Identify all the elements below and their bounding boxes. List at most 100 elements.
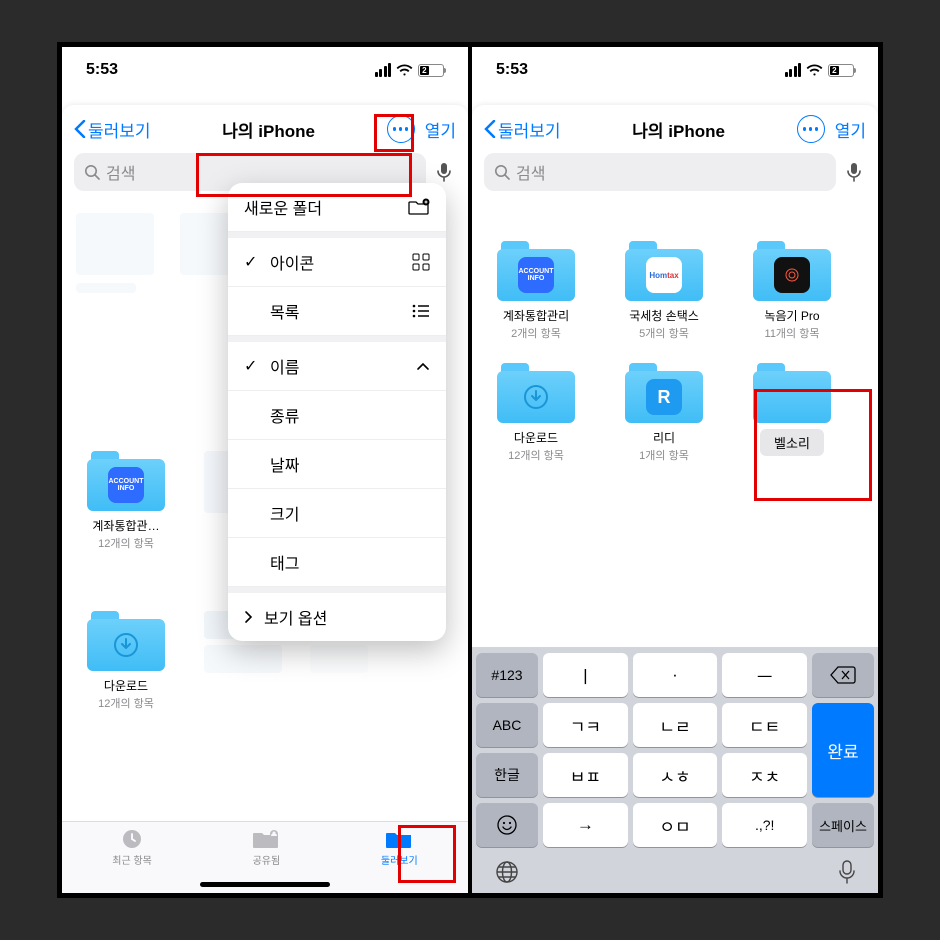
folder-item[interactable]: 녹음기 Pro 11개의 항목: [742, 241, 842, 341]
phone-right: 5:53 2 둘러보기 나의 iPhone 열기: [470, 45, 880, 895]
status-bar: 5:53 2: [472, 47, 878, 93]
context-menu: 새로운 폴더 ✓아이콘 ✓목록 ✓이름: [228, 183, 446, 641]
download-icon: [111, 630, 141, 660]
back-label: 둘러보기: [498, 117, 561, 142]
folder-item[interactable]: 다운로드 12개의 항목: [486, 363, 586, 463]
menu-sort-kind[interactable]: ✓종류: [228, 391, 446, 440]
key-numbers[interactable]: #123: [476, 653, 538, 697]
menu-new-folder[interactable]: 새로운 폴더: [228, 183, 446, 232]
more-button[interactable]: [387, 115, 415, 143]
open-button[interactable]: 열기: [835, 117, 866, 142]
folder-count: 2개의 항목: [511, 325, 561, 341]
folder-name: 녹음기 Pro: [764, 307, 819, 324]
menu-sort-name[interactable]: ✓이름: [228, 342, 446, 391]
back-button[interactable]: 둘러보기: [484, 117, 561, 142]
chevron-up-icon: [416, 361, 430, 371]
folder-item[interactable]: R 리디 1개의 항목: [614, 363, 714, 463]
menu-sort-tag[interactable]: ✓태그: [228, 538, 446, 587]
key[interactable]: ㅂㅍ: [543, 753, 628, 797]
folder-name: 계좌통합관리: [503, 307, 569, 324]
cellular-icon: [785, 63, 802, 77]
key[interactable]: ㄴㄹ: [633, 703, 718, 747]
menu-label: 새로운 폴더: [244, 195, 322, 219]
menu-sort-date[interactable]: ✓날짜: [228, 440, 446, 489]
home-indicator[interactable]: [200, 882, 330, 887]
clock-icon: [118, 828, 146, 850]
back-label: 둘러보기: [88, 117, 151, 142]
key[interactable]: ㅣ: [543, 653, 628, 697]
key[interactable]: ㄷㅌ: [722, 703, 807, 747]
folder-item[interactable]: 다운로드 12개의 항목: [76, 611, 176, 711]
folder-name: 리디: [653, 429, 675, 446]
folder-rename-input[interactable]: 벨소리: [760, 429, 824, 456]
wifi-icon: [806, 63, 823, 77]
mic-icon: [838, 859, 856, 885]
globe-button[interactable]: [494, 859, 520, 885]
folder-count: 12개의 항목: [508, 447, 564, 463]
search-input[interactable]: 검색: [484, 153, 836, 191]
key[interactable]: ·: [633, 653, 718, 697]
check-icon: ✓: [244, 356, 260, 376]
status-time: 5:53: [496, 61, 528, 79]
menu-icon-view[interactable]: ✓ 아이콘: [228, 238, 446, 287]
folder-count: 1개의 항목: [639, 447, 689, 463]
key[interactable]: ㄱㅋ: [543, 703, 628, 747]
key-backspace[interactable]: [812, 653, 874, 697]
key-abc[interactable]: ABC: [476, 703, 538, 747]
cellular-icon: [375, 63, 392, 77]
key-emoji[interactable]: [476, 803, 538, 847]
key-hangul[interactable]: 한글: [476, 753, 538, 797]
key-space[interactable]: 스페이스: [812, 803, 874, 847]
search-icon: [494, 164, 510, 180]
download-icon: [521, 382, 551, 412]
chevron-left-icon: [74, 120, 86, 138]
tab-browse[interactable]: 둘러보기: [381, 828, 418, 867]
shared-folder-icon: [252, 828, 280, 850]
nav-bar: 둘러보기 나의 iPhone 열기: [62, 105, 468, 153]
dictation-button[interactable]: [842, 160, 866, 184]
list-icon: [412, 304, 430, 318]
menu-label: 아이콘: [270, 250, 314, 274]
new-folder-icon: [408, 198, 430, 216]
folder-count: 12개의 항목: [98, 695, 154, 711]
folder-name: 다운로드: [104, 677, 148, 694]
globe-icon: [494, 859, 520, 885]
grid-icon: [412, 253, 430, 271]
menu-label: 날짜: [270, 452, 299, 476]
key[interactable]: ㅡ: [722, 653, 807, 697]
wifi-icon: [396, 63, 413, 77]
tab-label: 공유됨: [253, 852, 281, 867]
folder-item[interactable]: Homtax 국세청 손택스 5개의 항목: [614, 241, 714, 341]
back-button[interactable]: 둘러보기: [74, 117, 151, 142]
backspace-icon: [830, 666, 856, 684]
menu-sort-size[interactable]: ✓크기: [228, 489, 446, 538]
key[interactable]: ㅈㅊ: [722, 753, 807, 797]
open-button[interactable]: 열기: [425, 117, 456, 142]
key-done[interactable]: 완료: [812, 703, 874, 797]
check-icon: ✓: [244, 252, 260, 272]
key[interactable]: →: [543, 803, 628, 847]
menu-list-view[interactable]: ✓목록: [228, 287, 446, 336]
tab-shared[interactable]: 공유됨: [252, 828, 280, 867]
page-title: 나의 iPhone: [222, 117, 315, 142]
folder-count: 5개의 항목: [639, 325, 689, 341]
folder-name: 국세청 손택스: [629, 307, 699, 324]
page-title: 나의 iPhone: [632, 117, 725, 142]
menu-view-options[interactable]: 보기 옵션: [228, 593, 446, 641]
key[interactable]: ㅇㅁ: [633, 803, 718, 847]
search-icon: [84, 164, 100, 180]
status-time: 5:53: [86, 61, 118, 79]
more-button[interactable]: [797, 115, 825, 143]
menu-label: 목록: [270, 299, 299, 323]
dictation-button[interactable]: [838, 859, 856, 885]
folder-item[interactable]: ACCOUNTINFO 계좌통합관… 12개의 항목: [76, 451, 176, 551]
tab-label: 둘러보기: [381, 852, 418, 867]
folder-item[interactable]: ACCOUNTINFO 계좌통합관리 2개의 항목: [486, 241, 586, 341]
folder-item-new[interactable]: 벨소리: [742, 363, 842, 463]
dictation-button[interactable]: [432, 160, 456, 184]
battery-icon: 2: [828, 64, 854, 77]
search-placeholder: 검색: [106, 160, 135, 184]
key[interactable]: ㅅㅎ: [633, 753, 718, 797]
key[interactable]: .,?!: [722, 803, 807, 847]
tab-recents[interactable]: 최근 항목: [112, 828, 152, 867]
